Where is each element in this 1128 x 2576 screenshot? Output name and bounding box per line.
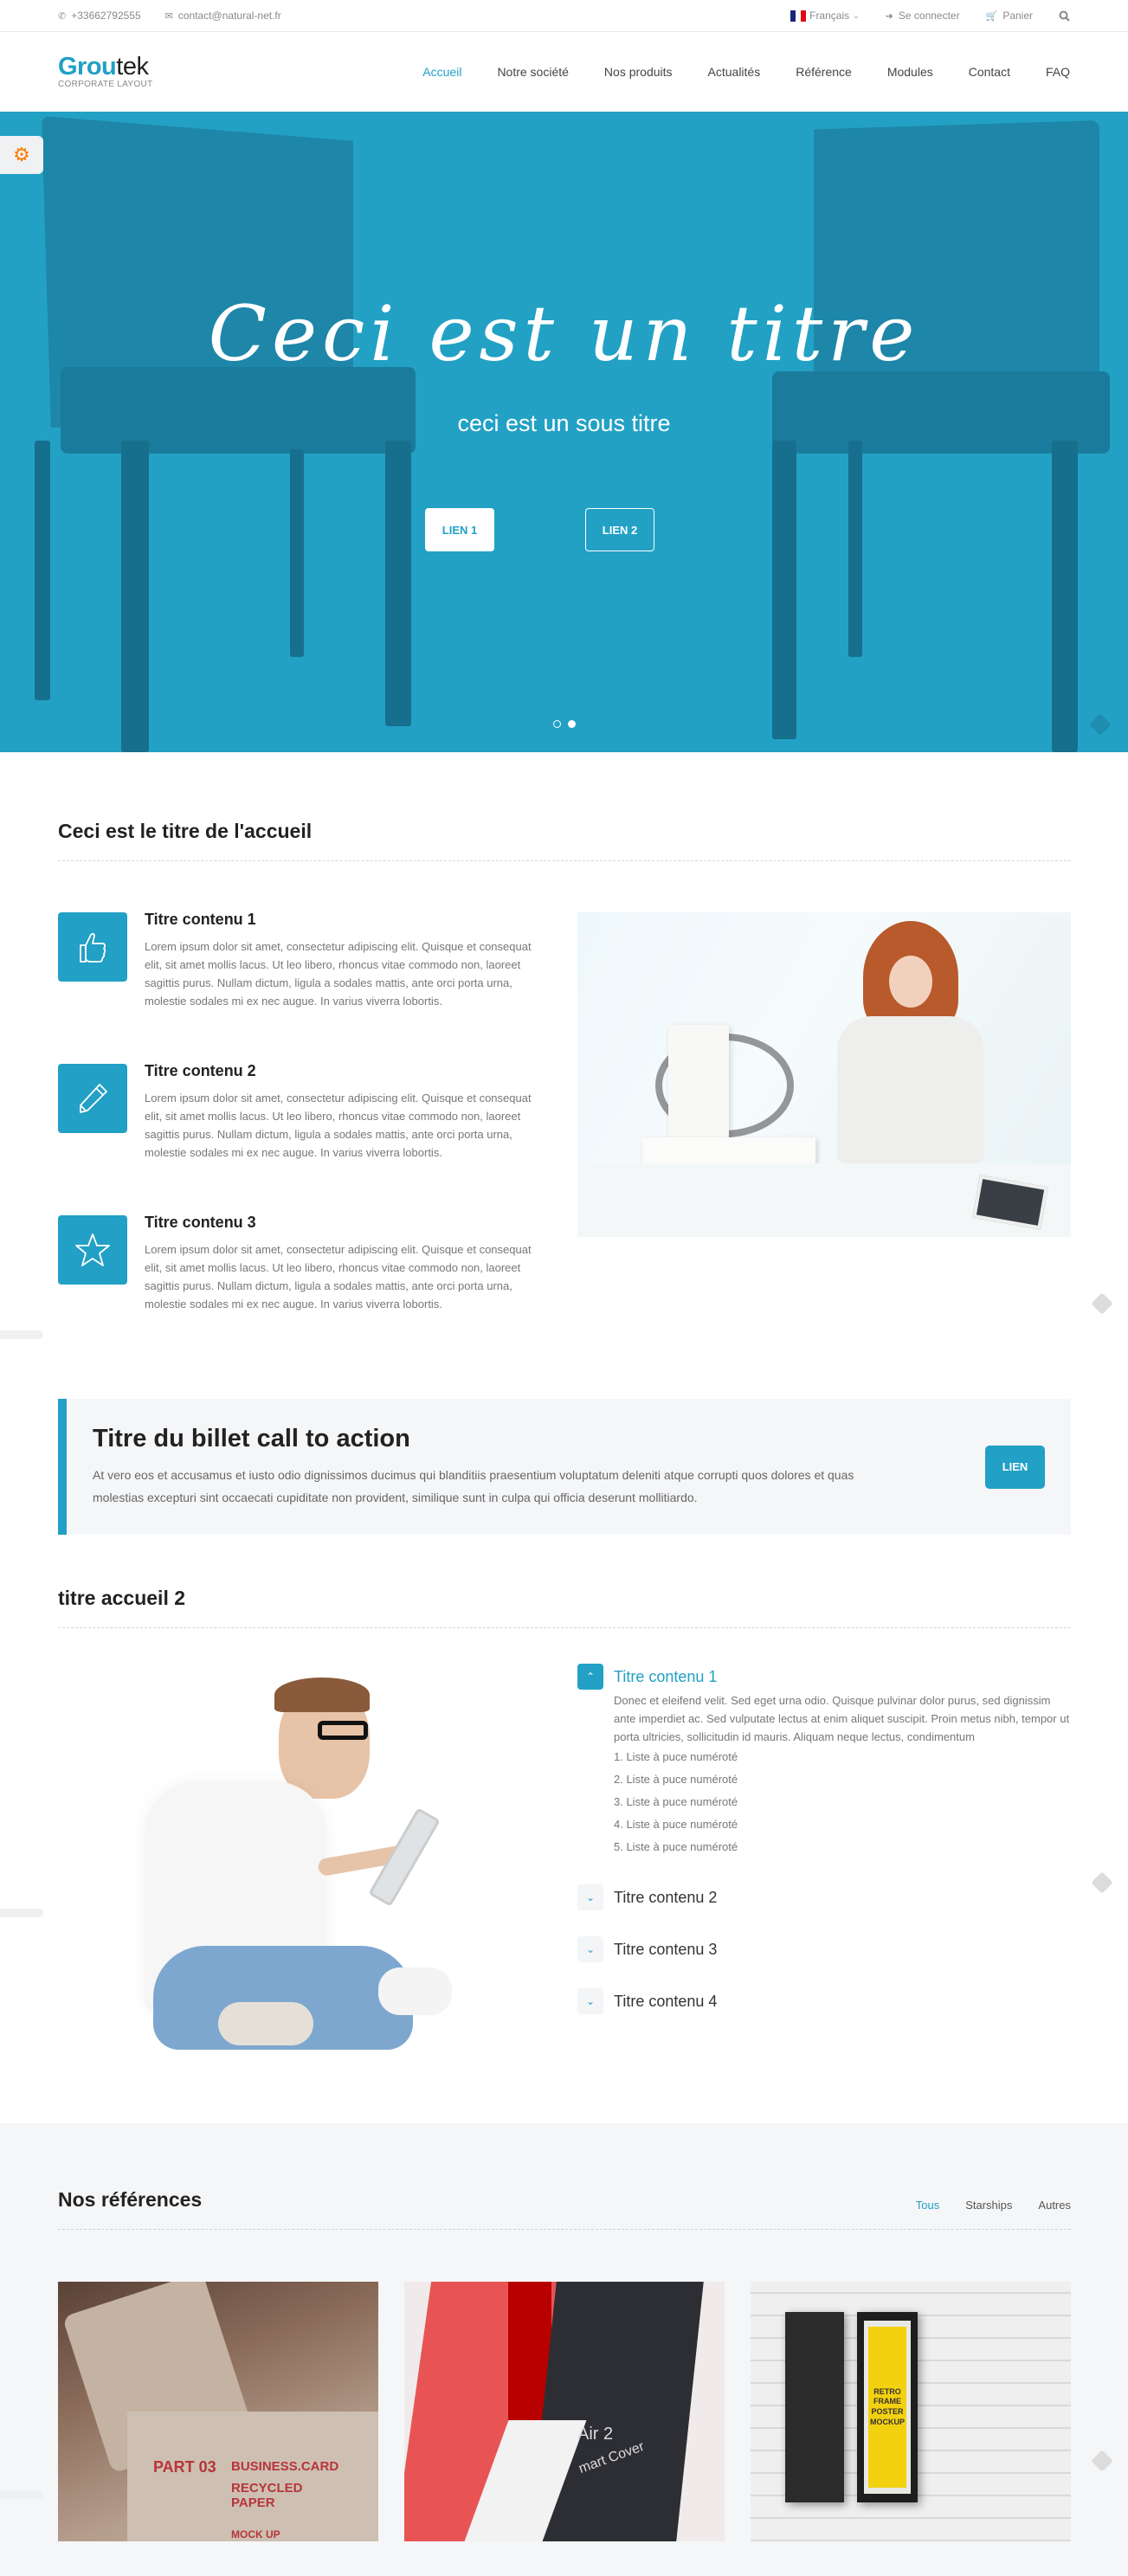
- accordion-toggle[interactable]: ⌄: [577, 1884, 603, 1910]
- chevron-down-icon: ⌄: [585, 1891, 596, 1903]
- nav-faq[interactable]: FAQ: [1046, 65, 1070, 79]
- star-icon: [58, 1215, 127, 1285]
- sign-in-icon: ➜: [885, 10, 893, 22]
- cart-link[interactable]: 🛒 Panier: [986, 10, 1033, 22]
- slide-dot-1[interactable]: [552, 720, 561, 728]
- feature-text: Lorem ipsum dolor sit amet, consectetur …: [145, 940, 532, 1008]
- french-flag-icon: [790, 10, 807, 22]
- search-button[interactable]: [1059, 10, 1070, 22]
- hero-subtitle: ceci est un sous titre: [457, 410, 671, 436]
- woman-architect-photo: [577, 912, 1071, 1237]
- accordion-item: ⌄ Titre contenu 4: [577, 1988, 1071, 2014]
- language-selector[interactable]: Français ⌄: [790, 10, 860, 22]
- feature-title: Titre contenu 3: [145, 1214, 256, 1231]
- list-item: 4. Liste à puce numéroté: [614, 1818, 738, 1831]
- hero-title: Ceci est un titre: [208, 289, 920, 378]
- chevron-down-icon: ⌄: [585, 1943, 596, 1955]
- main-nav: Accueil Notre société Nos produits Actua…: [387, 65, 1070, 79]
- cta-title: Titre du billet call to action: [93, 1425, 410, 1452]
- nav-actualites[interactable]: Actualités: [708, 65, 761, 79]
- cta-link-button[interactable]: LIEN: [985, 1445, 1045, 1489]
- feature-text: Lorem ipsum dolor sit amet, consectetur …: [145, 1243, 532, 1311]
- cta-text: At vero eos et accusamus et iusto odio d…: [93, 1468, 854, 1504]
- pencil-icon: [58, 1064, 127, 1133]
- feature-title: Titre contenu 1: [145, 911, 256, 928]
- feature-text: Lorem ipsum dolor sit amet, consectetur …: [145, 1092, 532, 1159]
- slide-dot-2[interactable]: [567, 720, 576, 728]
- nav-notre-societe[interactable]: Notre société: [497, 65, 568, 79]
- accordion-title[interactable]: Titre contenu 4: [614, 1988, 717, 2014]
- accordion-text: Donec et eleifend velit. Sed eget urna o…: [614, 1694, 1070, 1743]
- search-icon: [1059, 10, 1070, 22]
- feature-item: Titre contenu 3 Lorem ipsum dolor sit am…: [58, 1214, 547, 1313]
- feature-list: Titre contenu 1 Lorem ipsum dolor sit am…: [58, 911, 547, 1367]
- filter-starships[interactable]: Starships: [965, 2199, 1012, 2212]
- side-tab-marker[interactable]: [0, 1909, 43, 1917]
- main-header: Groutek CORPORATE LAYOUT Accueil Notre s…: [0, 32, 1128, 112]
- hero-link-2-button[interactable]: LIEN 2: [585, 508, 654, 551]
- call-to-action-box: Titre du billet call to action At vero e…: [58, 1399, 1071, 1535]
- accordion: ⌃ Titre contenu 1 Donec et eleifend veli…: [577, 1660, 1071, 2076]
- accordion-toggle[interactable]: ⌄: [577, 1936, 603, 1962]
- accordion-title[interactable]: Titre contenu 1: [614, 1664, 1071, 1690]
- filter-autres[interactable]: Autres: [1038, 2199, 1071, 2212]
- feature-item: Titre contenu 1 Lorem ipsum dolor sit am…: [58, 911, 547, 1010]
- accordion-toggle[interactable]: ⌃: [577, 1664, 603, 1690]
- logo[interactable]: Groutek CORPORATE LAYOUT: [58, 55, 152, 89]
- list-item: 1. Liste à puce numéroté: [614, 1750, 738, 1763]
- nav-reference[interactable]: Référence: [796, 65, 852, 79]
- references-filters: Tous Starships Autres: [916, 2199, 1071, 2212]
- man-with-tablet-photo: [58, 1660, 551, 2076]
- nav-contact[interactable]: Contact: [969, 65, 1010, 79]
- gear-icon: ⚙: [13, 144, 30, 165]
- nav-nos-produits[interactable]: Nos produits: [604, 65, 673, 79]
- cart-icon: 🛒: [985, 10, 998, 22]
- accordion-item: ⌃ Titre contenu 1 Donec et eleifend veli…: [577, 1664, 1071, 1858]
- home-intro-section: Ceci est le titre de l'accueil Titre con…: [58, 752, 1071, 1535]
- accordion-item: ⌄ Titre contenu 2: [577, 1884, 1071, 1910]
- nav-modules[interactable]: Modules: [887, 65, 933, 79]
- side-tab-marker[interactable]: [0, 1330, 43, 1339]
- section-title: titre accueil 2: [58, 1587, 1071, 1628]
- email-contact[interactable]: ✉ contact@natural-net.fr: [165, 10, 281, 22]
- logo-tagline: CORPORATE LAYOUT: [58, 80, 153, 89]
- phone-icon: ✆: [58, 10, 67, 22]
- login-link[interactable]: ➜ Se connecter: [886, 10, 960, 22]
- accordion-title[interactable]: Titre contenu 2: [614, 1884, 717, 1910]
- chevron-down-icon: ⌄: [585, 1995, 596, 2007]
- references-grid: PART 03 BUSINESS.CARD RECYCLED PAPER MOC…: [58, 2282, 1071, 2541]
- reference-card-recycled-paper[interactable]: PART 03 BUSINESS.CARD RECYCLED PAPER MOC…: [58, 2282, 378, 2541]
- thumbs-up-icon: [58, 912, 127, 982]
- references-section: Nos références Tous Starships Autres PAR…: [0, 2123, 1128, 2576]
- list-item: 3. Liste à puce numéroté: [614, 1795, 738, 1808]
- filter-tous[interactable]: Tous: [916, 2199, 939, 2212]
- reference-card-ipad-cover[interactable]: Air 2 mart Cover: [404, 2282, 725, 2541]
- side-tab-marker[interactable]: [0, 2490, 43, 2499]
- feature-title: Titre contenu 2: [145, 1062, 256, 1079]
- reference-card-retro-frame[interactable]: RETRO FRAME POSTER MOCKUP: [751, 2282, 1071, 2541]
- references-title: Nos références: [58, 2188, 203, 2211]
- accordion-item: ⌄ Titre contenu 3: [577, 1936, 1071, 1962]
- accordion-toggle[interactable]: ⌄: [577, 1988, 603, 2014]
- hero-slider: Ceci est un titre ceci est un sous titre…: [0, 112, 1128, 752]
- list-item: 2. Liste à puce numéroté: [614, 1773, 738, 1786]
- list-item: 5. Liste à puce numéroté: [614, 1840, 738, 1853]
- slider-pagination: [0, 720, 1128, 728]
- feedback-badge-icon[interactable]: [1091, 1292, 1113, 1315]
- phone-contact[interactable]: ✆ +33662792555: [58, 10, 141, 22]
- top-bar: ✆ +33662792555 ✉ contact@natural-net.fr …: [0, 0, 1128, 32]
- chevron-down-icon: ⌄: [853, 10, 860, 20]
- hero-link-1-button[interactable]: LIEN 1: [425, 508, 494, 551]
- accordion-title[interactable]: Titre contenu 3: [614, 1936, 717, 1962]
- settings-toggle[interactable]: ⚙: [0, 136, 43, 174]
- home-section-2: titre accueil 2 ⌃ Titre contenu 1 Donec …: [58, 1535, 1071, 2076]
- nav-accueil[interactable]: Accueil: [422, 65, 461, 79]
- feedback-badge-icon[interactable]: [1091, 1871, 1113, 1894]
- feature-item: Titre contenu 2 Lorem ipsum dolor sit am…: [58, 1062, 547, 1162]
- envelope-icon: ✉: [164, 10, 173, 22]
- section-title: Ceci est le titre de l'accueil: [58, 820, 1071, 861]
- numbered-list: 1. Liste à puce numéroté 2. Liste à puce…: [614, 1746, 1071, 1858]
- chevron-up-icon: ⌃: [585, 1671, 596, 1683]
